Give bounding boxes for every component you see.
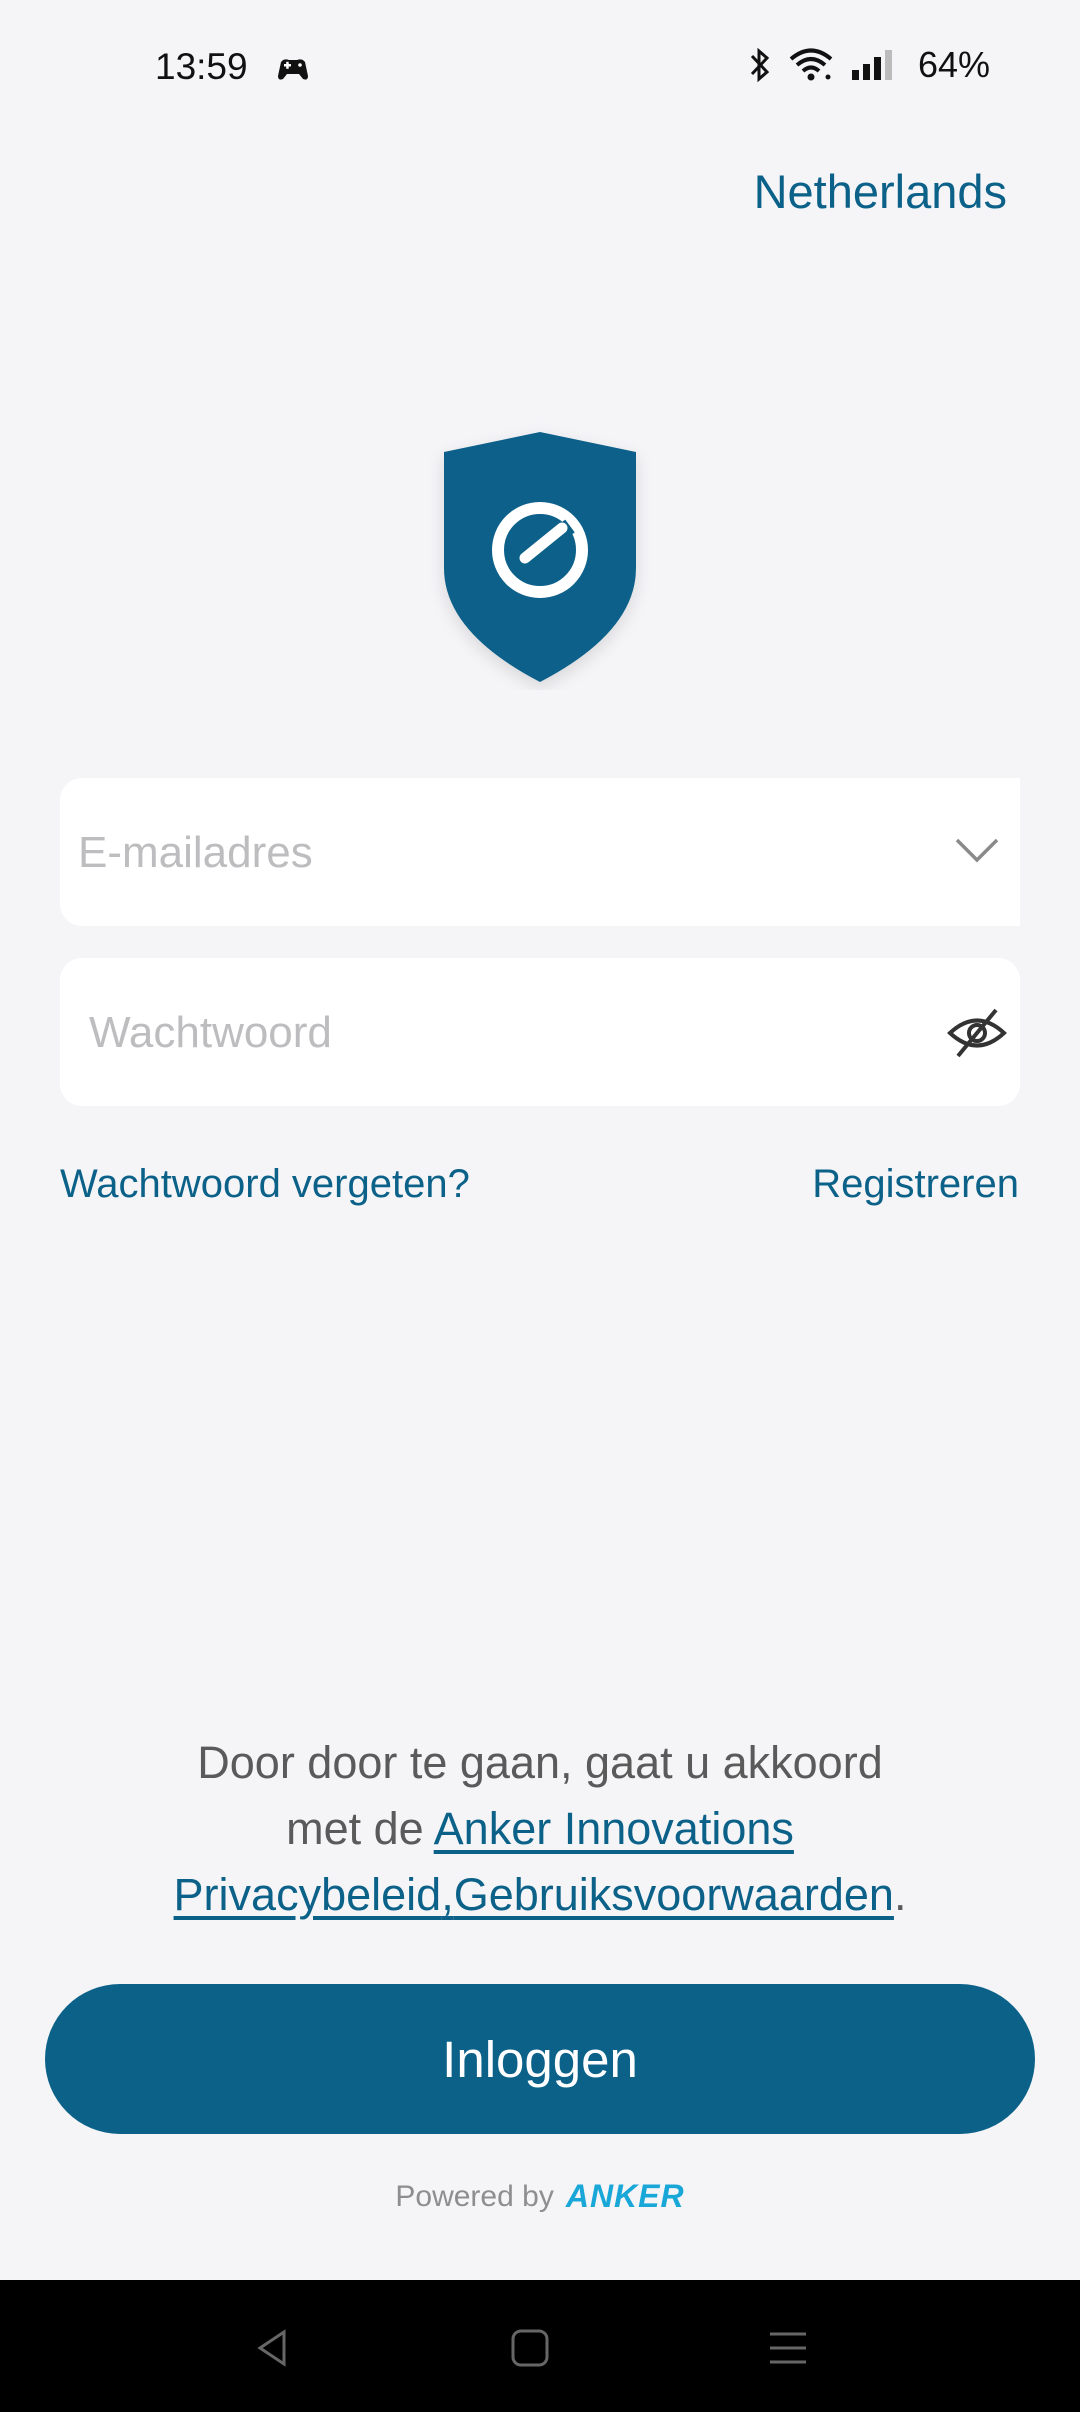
password-input[interactable] (87, 958, 911, 1108)
battery-level: 64% (917, 44, 990, 85)
cellular-signal-icon (851, 50, 892, 80)
terms-end: . (893, 1869, 907, 1920)
status-time: 13:59 (155, 46, 248, 87)
terms-separator: , (441, 1869, 454, 1920)
terms-line-1: Door door te gaan, gaat u akkoord (197, 1737, 883, 1788)
wifi-icon (789, 48, 833, 81)
anker-innovations-link[interactable]: Anker Innovations (434, 1803, 794, 1854)
powered-by-text: Powered by (395, 2179, 554, 2213)
register-link[interactable]: Registreren (812, 1162, 1019, 1207)
game-controller-icon (278, 59, 308, 80)
anker-brand-logo: ANKER (565, 2178, 685, 2214)
email-field-container (60, 778, 1020, 928)
back-icon[interactable] (242, 2318, 302, 2378)
terms-line-2: met de (286, 1803, 434, 1854)
chevron-down-icon[interactable] (952, 830, 1002, 870)
powered-by: Powered by ANKER (0, 2178, 1080, 2215)
eufy-shield-logo (444, 432, 636, 682)
status-bar: 13:59 64% (0, 0, 1080, 140)
privacy-policy-link[interactable]: Privacybeleid (174, 1869, 442, 1920)
email-input[interactable] (76, 778, 900, 928)
terms-of-use-link[interactable]: Gebruiksvoorwaarden (454, 1869, 894, 1920)
eye-off-icon[interactable] (946, 1006, 1008, 1060)
home-icon[interactable] (500, 2318, 560, 2378)
bluetooth-icon (750, 47, 770, 83)
forgot-password-link[interactable]: Wachtwoord vergeten? (60, 1162, 470, 1207)
navigation-bar (0, 2280, 1080, 2412)
password-field-container (60, 958, 1020, 1108)
region-selector[interactable]: Netherlands (754, 164, 1007, 219)
recents-icon[interactable] (758, 2318, 818, 2378)
terms-text: Door door te gaan, gaat u akkoord met de… (100, 1730, 980, 1928)
login-button[interactable]: Inloggen (45, 1984, 1035, 2134)
status-icons: 64% (748, 44, 990, 86)
